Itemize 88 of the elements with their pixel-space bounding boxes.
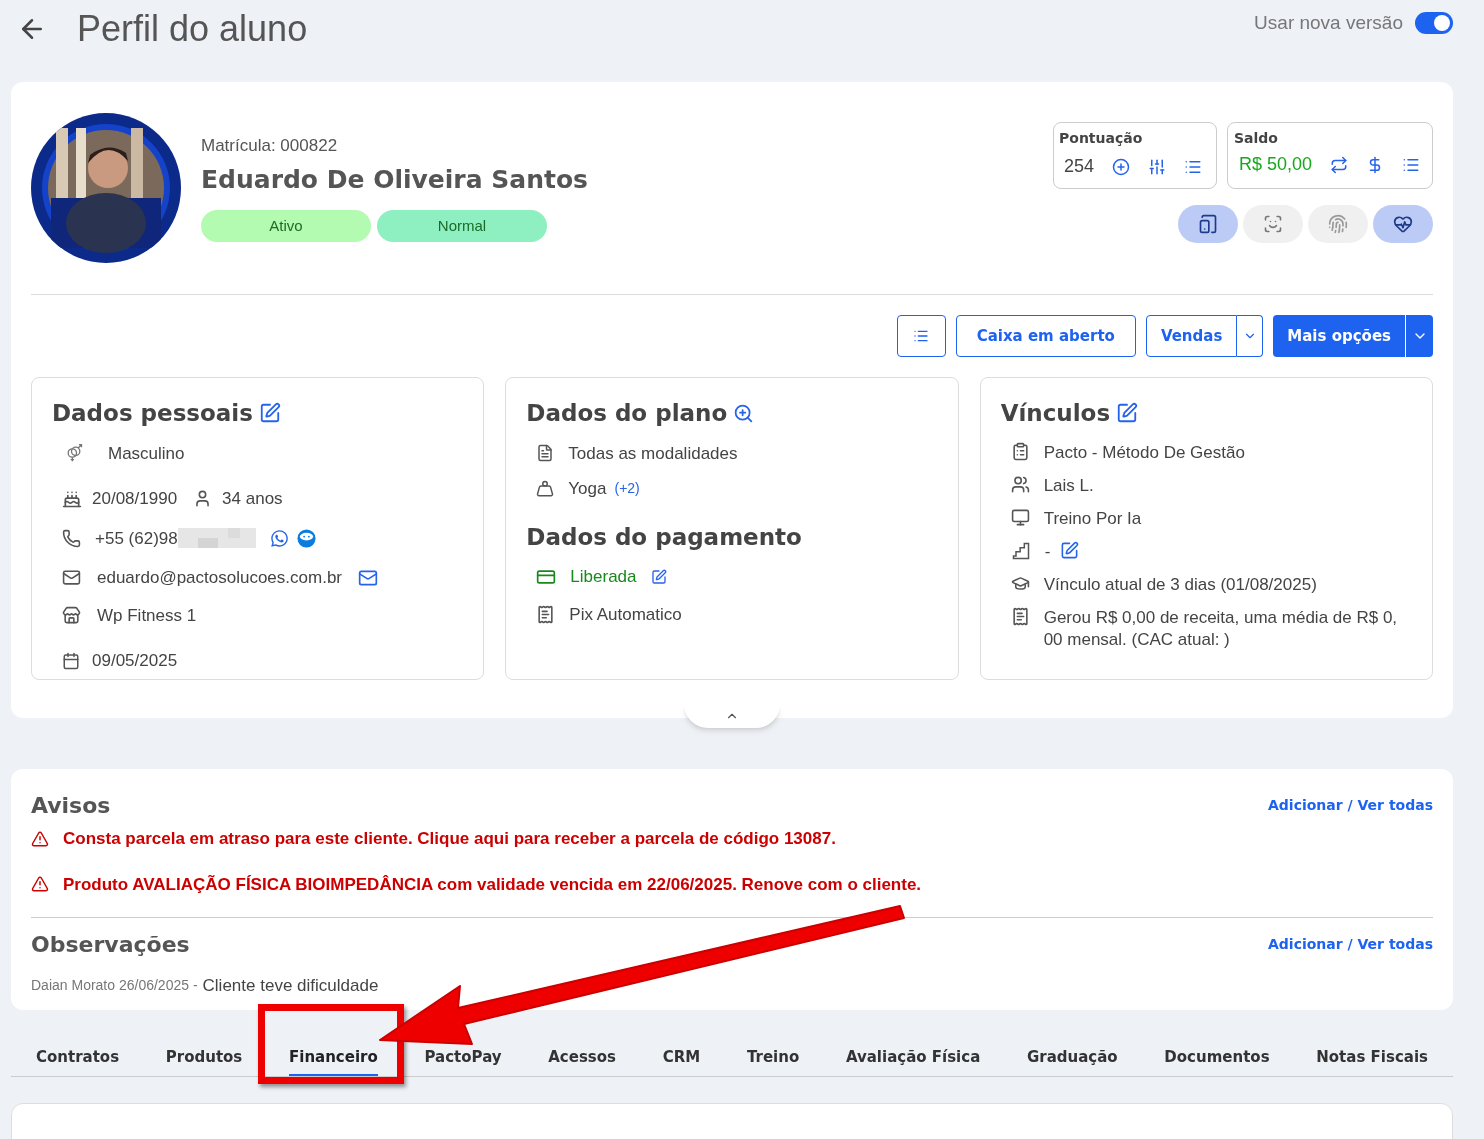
tab[interactable]: Treino bbox=[746, 1047, 800, 1067]
tab[interactable]: PactoPay bbox=[424, 1047, 502, 1067]
calendar-icon bbox=[62, 651, 80, 670]
birth-date: 20/08/1990 bbox=[92, 488, 178, 510]
tablet-icon bbox=[1198, 214, 1218, 234]
face-scan-icon bbox=[1263, 214, 1283, 234]
document-icon bbox=[536, 444, 555, 463]
link-item: Pacto - Método De Gestão bbox=[1043, 441, 1245, 464]
add-view-all-link[interactable]: Adicionar / Ver todas bbox=[1268, 795, 1433, 816]
edit-icon[interactable] bbox=[1116, 402, 1139, 425]
payment-status: Liberada bbox=[570, 566, 637, 588]
list-button[interactable] bbox=[896, 315, 946, 357]
balance-value: R$ 50,00 bbox=[1239, 153, 1313, 176]
edit-icon[interactable] bbox=[650, 568, 667, 585]
link-item: Vínculo atual de 3 dias (01/08/2025) bbox=[1043, 573, 1317, 596]
warning-icon bbox=[31, 875, 49, 894]
plan-item: Yoga bbox=[568, 478, 607, 500]
section-title: Observações bbox=[31, 931, 190, 959]
balance-title: Saldo bbox=[1234, 129, 1279, 148]
group-icon bbox=[1010, 474, 1030, 494]
add-icon[interactable] bbox=[1112, 157, 1131, 176]
card-title: Dados do plano bbox=[526, 399, 728, 428]
unit-text: Wp Fitness 1 bbox=[97, 604, 197, 627]
receipt-icon bbox=[536, 604, 556, 624]
link-item: Treino Por Ia bbox=[1043, 507, 1142, 530]
enrollment-number: Matrícula: 000822 bbox=[201, 135, 339, 157]
open-cash-button[interactable]: Caixa em aberto bbox=[955, 315, 1136, 357]
weight-icon bbox=[536, 479, 555, 498]
gender-text: Masculino bbox=[108, 442, 185, 465]
tab[interactable]: Acessos bbox=[548, 1047, 617, 1067]
fingerprint-icon bbox=[1328, 214, 1348, 234]
tab[interactable]: Contratos bbox=[36, 1047, 120, 1067]
page-title: Perfil do aluno bbox=[77, 7, 308, 51]
payment-method: Pix Automatico bbox=[569, 603, 682, 626]
register-date: 09/05/2025 bbox=[92, 650, 178, 672]
quick-action-button[interactable] bbox=[1373, 205, 1433, 243]
status-badge: Ativo bbox=[201, 210, 371, 242]
monitor-icon bbox=[1010, 507, 1030, 527]
more-count-link[interactable]: (+2) bbox=[614, 478, 640, 500]
warning-text[interactable]: Consta parcela em atraso para este cliente. Clique aqui para receber a parcela de código 13087. bbox=[63, 826, 836, 852]
tab[interactable]: Financeiro bbox=[289, 1047, 378, 1067]
observation-text: Cliente teve dificuldade bbox=[202, 975, 379, 997]
score-value: 254 bbox=[1064, 155, 1095, 178]
list-icon bbox=[913, 328, 930, 344]
observation-meta: Daian Morato 26/06/2025 - bbox=[31, 976, 198, 996]
tab[interactable]: Avaliação Física bbox=[845, 1047, 981, 1067]
sales-dropdown-button[interactable] bbox=[1237, 315, 1264, 357]
warning-icon bbox=[31, 829, 49, 848]
whatsapp-icon[interactable] bbox=[269, 528, 289, 548]
email-text: eduardo@pactosolucoes.com.br bbox=[97, 567, 342, 589]
transfer-icon[interactable] bbox=[1330, 155, 1349, 174]
stairs-icon bbox=[1010, 540, 1031, 561]
receipt-icon bbox=[1010, 606, 1030, 626]
edit-icon[interactable] bbox=[258, 402, 281, 425]
mail-icon bbox=[62, 568, 81, 588]
card-title: Vínculos bbox=[1000, 399, 1111, 428]
tab[interactable]: Produtos bbox=[165, 1047, 243, 1067]
sliders-icon[interactable] bbox=[1148, 157, 1167, 176]
edit-icon[interactable] bbox=[1060, 540, 1080, 560]
warning-text[interactable]: Produto AVALIAÇÃO FÍSICA BIOIMPEDÂNCIA com validade vencida em 22/06/2025. Renove com o cliente. bbox=[63, 871, 922, 897]
phone-icon bbox=[62, 528, 81, 548]
section-title: Avisos bbox=[31, 792, 111, 820]
quick-action-button[interactable] bbox=[1178, 205, 1238, 243]
card-title: Dados do pagamento bbox=[526, 522, 803, 552]
plan-item: Todas as modalidades bbox=[568, 442, 738, 465]
tab[interactable]: Notas Fiscais bbox=[1316, 1047, 1428, 1067]
zoom-in-icon[interactable] bbox=[733, 402, 755, 424]
toggle-switch[interactable] bbox=[1415, 12, 1453, 34]
student-name: Eduardo De Oliveira Santos bbox=[201, 163, 588, 196]
status-badge: Normal bbox=[377, 210, 547, 242]
tab[interactable]: Graduação bbox=[1026, 1047, 1118, 1067]
phone-number: +55 (62)98 bbox=[95, 527, 178, 550]
link-item: Lais L. bbox=[1043, 474, 1094, 497]
store-icon bbox=[62, 605, 81, 625]
sales-button[interactable]: Vendas bbox=[1145, 315, 1238, 357]
tab[interactable]: Documentos bbox=[1164, 1047, 1270, 1067]
age-text: 34 anos bbox=[222, 488, 283, 510]
toggle-label: Usar nova versão bbox=[1254, 10, 1403, 35]
link-item: - bbox=[1044, 540, 1051, 563]
card-title: Dados pessoais bbox=[52, 399, 253, 428]
heart-pulse-icon bbox=[1393, 214, 1413, 234]
tab[interactable]: CRM bbox=[662, 1047, 701, 1067]
add-view-all-link[interactable]: Adicionar / Ver todas bbox=[1268, 934, 1433, 955]
more-options-button[interactable]: Mais opções bbox=[1273, 315, 1405, 357]
score-title: Pontuação bbox=[1059, 129, 1144, 148]
chat-bot-icon[interactable] bbox=[296, 528, 316, 548]
clipboard-icon bbox=[1010, 441, 1030, 461]
link-item: Gerou R$ 0,00 de receita, uma média de R$ 0, 00 mensal. (CAC atual: ) bbox=[1043, 606, 1399, 651]
